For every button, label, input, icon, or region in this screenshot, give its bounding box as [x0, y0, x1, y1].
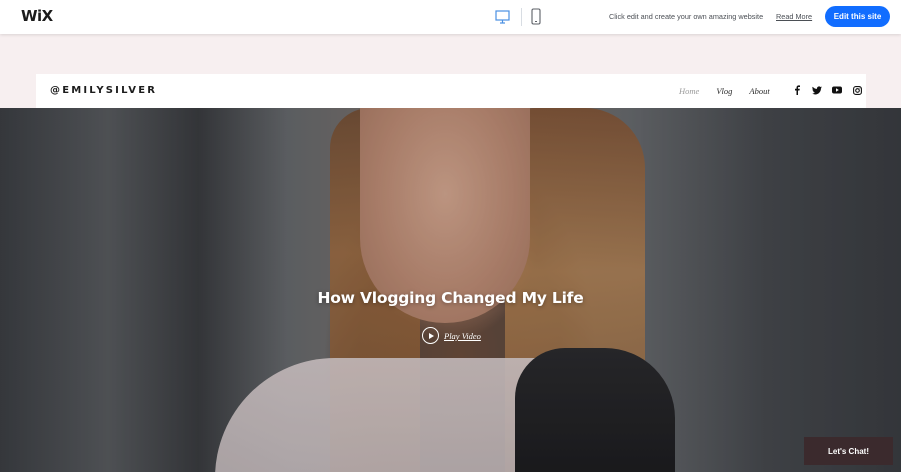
play-icon[interactable]	[422, 327, 439, 344]
nav-item-about[interactable]: About	[749, 86, 769, 96]
twitter-icon[interactable]	[812, 85, 822, 95]
edit-site-button[interactable]: Edit this site	[825, 6, 890, 27]
wix-logo[interactable]: WiX	[21, 7, 53, 25]
play-video-label[interactable]: Play Video	[444, 331, 481, 341]
play-video-button[interactable]: Play Video	[422, 327, 481, 344]
device-divider	[521, 8, 522, 26]
youtube-icon[interactable]	[832, 85, 842, 95]
site-logo[interactable]: @EMILYSILVER	[50, 85, 157, 96]
nav-item-vlog[interactable]: Vlog	[716, 86, 732, 96]
hero-title: How Vlogging Changed My Life	[317, 289, 584, 307]
hero-banner: How Vlogging Changed My Life Play Video	[0, 108, 901, 472]
social-links	[792, 85, 862, 95]
editor-top-bar: WiX Click edit and create your own amazi…	[0, 0, 901, 34]
nav-item-home[interactable]: Home	[679, 86, 699, 96]
mobile-icon[interactable]	[531, 8, 541, 25]
read-more-link[interactable]: Read More	[776, 12, 812, 21]
site-header: @EMILYSILVER Home Vlog About	[36, 74, 866, 108]
site-nav: Home Vlog About	[679, 86, 787, 96]
desktop-icon[interactable]	[495, 9, 510, 25]
instagram-icon[interactable]	[852, 85, 862, 95]
facebook-icon[interactable]	[792, 85, 802, 95]
lets-chat-button[interactable]: Let's Chat!	[804, 437, 893, 465]
editor-tagline: Click edit and create your own amazing w…	[609, 12, 764, 21]
